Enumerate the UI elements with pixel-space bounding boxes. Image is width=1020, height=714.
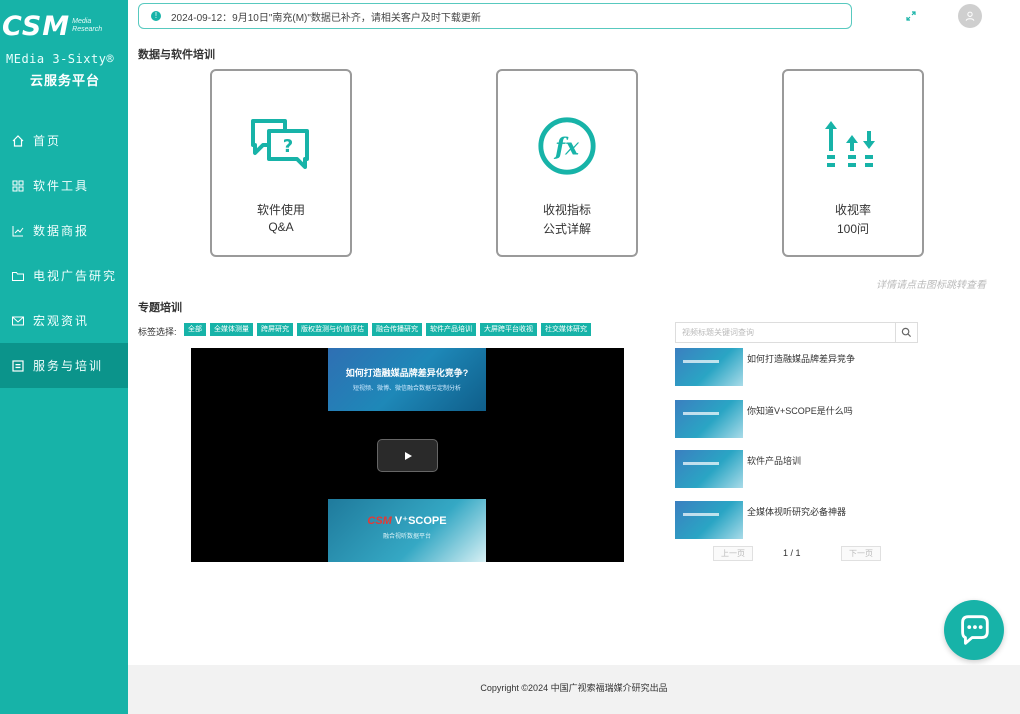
tag-big-screen[interactable]: 大屏跨平台收视 [480, 323, 537, 336]
play-icon [404, 451, 412, 460]
sidebar-item-data-reports[interactable]: 数据商报 [0, 208, 128, 253]
video-search [675, 322, 918, 343]
next-page-button[interactable]: 下一页 [841, 546, 881, 561]
list-item[interactable]: 如何打造融媒品牌差异竞争 [675, 348, 915, 386]
prev-page-button[interactable]: 上一页 [713, 546, 753, 561]
mail-icon [11, 314, 25, 328]
sidebar-item-macro-news[interactable]: 宏观资讯 [0, 298, 128, 343]
search-icon [901, 327, 912, 338]
section-title-data-training: 数据与软件培训 [138, 49, 215, 61]
section-title-topic-training: 专题培训 [138, 302, 182, 314]
sidebar-item-label: 首页 [33, 134, 62, 148]
card-ratings-100[interactable]: 收视率 100问 [782, 69, 924, 257]
home-icon [11, 134, 25, 148]
sidebar-item-service-training[interactable]: 服务与培训 [0, 343, 128, 388]
tag-fusion[interactable]: 融合传播研究 [372, 323, 422, 336]
logo-tagline: MEdia 3-Sixty® [6, 52, 115, 66]
card-hint: 详情请点击图标跳转查看 [876, 280, 986, 291]
tag-social-media[interactable]: 社交媒体研究 [541, 323, 591, 336]
sidebar: CSM Media Research MEdia 3-Sixty® 云服务平台 … [0, 0, 128, 714]
expand-icon[interactable] [904, 9, 918, 23]
list-item[interactable]: 软件产品培训 [675, 450, 915, 488]
svg-text:?: ? [283, 136, 293, 157]
sidebar-item-label: 软件工具 [33, 179, 90, 193]
tag-copyright[interactable]: 版权监测与价值评估 [297, 323, 368, 336]
logo-subtext: Media Research [72, 18, 102, 34]
sidebar-item-label: 电视广告研究 [33, 269, 118, 283]
video-thumbnail [675, 450, 743, 488]
video-brand-vscope: V⁺SCOPE [394, 515, 447, 527]
sidebar-item-tv-ad-research[interactable]: 电视广告研究 [0, 253, 128, 298]
notice-text: 2024-09-12：9月10日"南充(M)"数据已补齐，请相关客户及时下载更新 [171, 12, 481, 24]
sidebar-item-software-tools[interactable]: 软件工具 [0, 163, 128, 208]
video-top-subtitle: 短视频、微博、微信融合数据与定制分析 [352, 386, 461, 392]
video-title: 如何打造融媒品牌差异竞争 [747, 354, 856, 364]
list-item[interactable]: 全媒体视听研究必备神器 [675, 501, 915, 539]
video-thumbnail [675, 348, 743, 386]
video-title: 全媒体视听研究必备神器 [747, 507, 847, 517]
board-icon [11, 359, 25, 373]
video-thumbnail [675, 400, 743, 438]
platform-name: 云服务平台 [29, 73, 100, 88]
video-banner-bottom: CSM V⁺SCOPE 融合视听数据平台 [328, 499, 486, 562]
page-indicator: 1 / 1 [783, 548, 801, 558]
tag-software-training[interactable]: 软件产品培训 [426, 323, 476, 336]
footer: Copyright ©2024 中国广视索福瑞媒介研究出品 [128, 665, 1020, 714]
tag-label: 标签选择: [138, 327, 177, 337]
list-item[interactable]: 你知道V+SCOPE是什么吗 [675, 400, 915, 438]
video-player[interactable]: 如何打造融媒品牌差异化竞争? 短视频、微博、微信融合数据与定制分析 CSM V⁺… [191, 348, 624, 562]
notice-bar[interactable]: ! 2024-09-12：9月10日"南充(M)"数据已补齐，请相关客户及时下载… [138, 3, 852, 29]
card-label-line2: 公式详解 [542, 222, 591, 236]
grid-icon [11, 179, 25, 193]
sidebar-item-home[interactable]: 首页 [0, 118, 128, 163]
sidebar-item-label: 服务与培训 [33, 359, 104, 373]
logo-sub-line2: Research [72, 26, 103, 33]
chart-icon [11, 224, 25, 238]
logo-sub-line1: Media [72, 18, 92, 25]
chat-button[interactable] [944, 600, 1004, 660]
card-label-line2: 100问 [836, 222, 870, 236]
logo[interactable]: CSM Media Research MEdia 3-Sixty® 云服务平台 [0, 0, 128, 118]
search-button[interactable] [895, 323, 917, 342]
video-thumbnail [675, 501, 743, 539]
search-input[interactable] [676, 323, 895, 342]
info-icon: ! [151, 11, 161, 21]
tag-cross-screen[interactable]: 跨屏研究 [257, 323, 293, 336]
card-label-line2: Q&A [268, 220, 294, 234]
video-top-title: 如何打造融媒品牌差异化竞争? [345, 368, 469, 378]
sidebar-item-label: 宏观资讯 [33, 314, 90, 328]
qa-icon: ? [212, 115, 350, 175]
tag-all[interactable]: 全部 [184, 323, 206, 336]
video-brand-csm: CSM [367, 515, 392, 527]
tag-list: 全部 全媒体测量 跨屏研究 版权监测与价值评估 融合传播研究 软件产品培训 大屏… [184, 323, 595, 336]
video-title: 软件产品培训 [747, 456, 802, 466]
tag-all-media[interactable]: 全媒体测量 [210, 323, 253, 336]
card-label-line1: 软件使用 [256, 203, 305, 217]
arrows-icon [784, 115, 922, 175]
card-formula[interactable]: fx 收视指标 公式详解 [496, 69, 638, 257]
avatar[interactable] [958, 4, 982, 28]
video-title: 你知道V+SCOPE是什么吗 [747, 406, 853, 416]
fx-icon: fx [498, 115, 636, 175]
folder-icon [11, 269, 25, 283]
chat-icon [961, 615, 989, 645]
video-brand: CSM V⁺SCOPE [328, 514, 486, 527]
user-icon [965, 11, 975, 21]
logo-csm: CSM [2, 11, 71, 42]
card-label-line1: 收视率 [834, 203, 871, 217]
card-software-qa[interactable]: ? 软件使用 Q&A [210, 69, 352, 257]
svg-text:fx: fx [553, 134, 580, 161]
sidebar-item-label: 数据商报 [33, 224, 90, 238]
video-bottom-subtitle: 融合视听数据平台 [382, 534, 431, 540]
sidebar-nav: 首页 软件工具 数据商报 电视广告研究 宏观资讯 服务与培训 [0, 118, 128, 388]
play-button[interactable] [377, 439, 438, 472]
video-banner-top: 如何打造融媒品牌差异化竞争? 短视频、微博、微信融合数据与定制分析 [328, 348, 486, 411]
card-label-line1: 收视指标 [542, 203, 591, 217]
